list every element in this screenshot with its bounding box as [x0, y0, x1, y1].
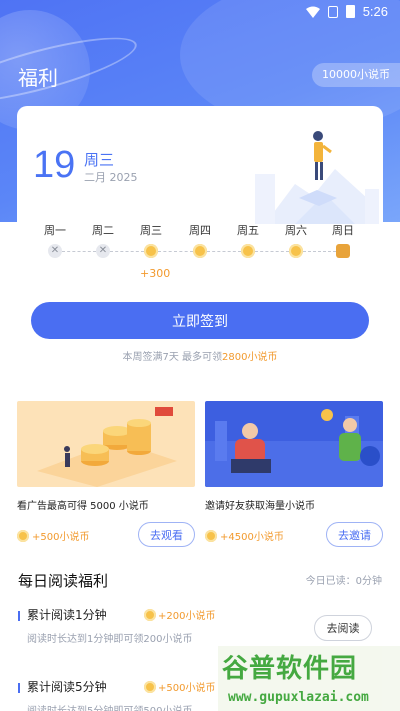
- battery-icon: [345, 5, 355, 18]
- promo-desc: 看广告最高可得 5000 小说币: [17, 501, 149, 512]
- promo-reward-text: +500小说币: [32, 532, 90, 543]
- dash-divider: [255, 251, 289, 252]
- dash-divider: [207, 251, 241, 252]
- day-label-wed: 周三: [140, 224, 162, 237]
- promo-desc: 邀请好友获取海量小说币: [205, 501, 315, 512]
- promo-reward: +500小说币: [17, 528, 89, 543]
- day-label-fri: 周五: [237, 224, 259, 237]
- day-label-sat: 周六: [285, 224, 307, 237]
- task-reward-text: +500小说币: [158, 683, 216, 694]
- coin-icon: [144, 244, 158, 258]
- signin-note: 本周签满7天 最多可领2800小说币: [0, 348, 400, 363]
- sim-icon: [327, 5, 338, 18]
- task-reward: +500小说币: [144, 679, 215, 694]
- invite-illustration: [205, 401, 383, 487]
- signin-note-text: 本周签满7天 最多可领: [122, 352, 223, 363]
- task-name: 累计阅读5分钟: [27, 680, 107, 694]
- current-day: 19: [33, 144, 76, 186]
- section-title-daily-reading: 每日阅读福利: [18, 572, 109, 590]
- watermark-title: 谷普软件园: [222, 654, 358, 684]
- promo-card-invite: 邀请好友获取海量小说币 +4500小说币 去邀请: [205, 401, 383, 547]
- promo-card-ads: 看广告最高可得 5000 小说币 +500小说币 去观看: [17, 401, 195, 547]
- dash-divider: [62, 251, 96, 252]
- task-desc: 阅读时长达到5分钟即可领500小说币: [27, 702, 192, 711]
- page-title: 福利: [18, 66, 58, 90]
- dash-divider: [110, 251, 144, 252]
- dash-divider: [303, 251, 336, 252]
- signin-note-highlight: 2800小说币: [222, 352, 278, 363]
- missed-x-icon: ✕: [48, 244, 62, 258]
- wifi-icon: [305, 6, 320, 18]
- site-watermark: 谷普软件园 www.gupuxlazai.com: [218, 646, 400, 711]
- coin-icon: [17, 529, 29, 542]
- today-read-minutes: 今日已读：0分钟: [305, 576, 382, 587]
- task-name: 累计阅读1分钟: [27, 608, 107, 622]
- day-label-sun: 周日: [332, 224, 354, 237]
- coin-icon: [144, 680, 156, 693]
- go-read-button[interactable]: 去阅读: [314, 615, 372, 641]
- status-time: 5:26: [362, 4, 388, 19]
- watermark-url: www.gupuxlazai.com: [228, 690, 369, 705]
- task-desc: 阅读时长达到1分钟即可领200小说币: [27, 634, 193, 645]
- current-month-year: 二月 2025: [84, 171, 138, 184]
- task-accent-bar: [18, 683, 20, 693]
- coin-icon: [144, 608, 156, 621]
- coin-icon: [241, 244, 255, 258]
- task-accent-bar: [18, 611, 20, 621]
- missed-x-icon: ✕: [96, 244, 110, 258]
- task-reward: +200小说币: [144, 607, 215, 622]
- coin-icon: [289, 244, 303, 258]
- coin-icon: [193, 244, 207, 258]
- task-reward-text: +200小说币: [158, 611, 216, 622]
- dash-divider: [158, 251, 193, 252]
- gift-box-icon: [336, 244, 350, 258]
- promo-reward: +4500小说币: [205, 528, 284, 543]
- ads-coins-image: [17, 401, 195, 487]
- coin-icon: [205, 529, 217, 542]
- coin-balance-badge[interactable]: 10000小说币: [312, 63, 400, 87]
- status-bar: 5:26: [0, 0, 400, 24]
- day-label-mon: 周一: [44, 224, 66, 237]
- invite-friends-button[interactable]: 去邀请: [326, 522, 383, 547]
- signin-button[interactable]: 立即签到: [31, 302, 369, 339]
- watch-ads-button[interactable]: 去观看: [138, 522, 195, 547]
- current-weekday: 周三: [84, 151, 115, 169]
- ads-illustration: [17, 401, 195, 487]
- person-on-mountain-illustration: [255, 131, 379, 224]
- today-bonus: +300: [140, 267, 171, 280]
- invite-friends-image: [205, 401, 383, 487]
- day-label-thu: 周四: [189, 224, 211, 237]
- day-label-tue: 周二: [92, 224, 114, 237]
- promo-reward-text: +4500小说币: [220, 532, 284, 543]
